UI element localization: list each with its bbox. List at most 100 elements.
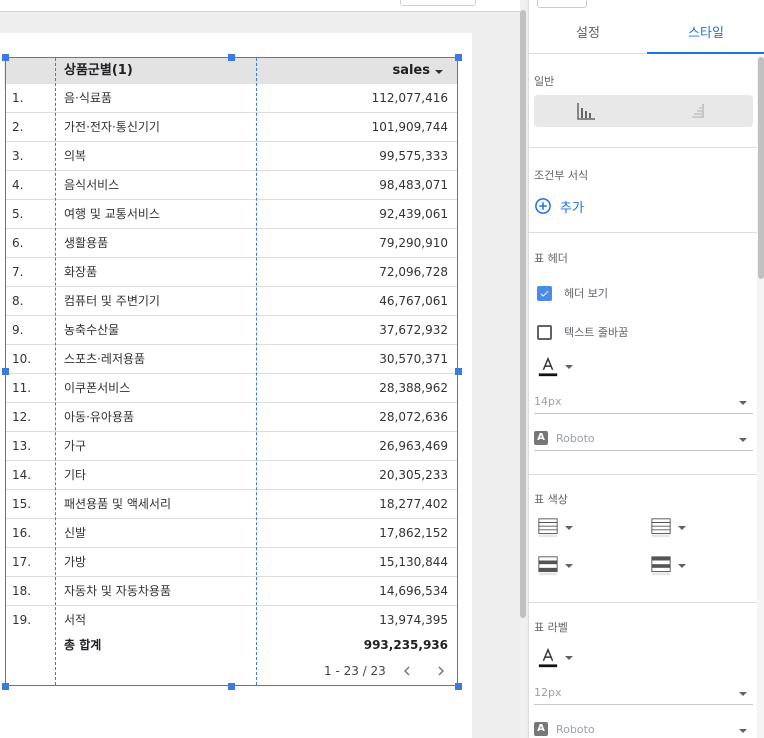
table-row[interactable]: 10. 스포츠·레저용품 30,570,371 [6,345,457,374]
table-row[interactable]: 4. 음식서비스 98,483,071 [6,171,457,200]
table-row[interactable]: 9. 농축수산물 37,672,932 [6,316,457,345]
row-category: 스포츠·레저용품 [64,352,146,366]
header-font-size-select[interactable]: 14px [534,392,753,414]
total-value: 993,235,936 [363,638,448,652]
row-category: 아동·유아용품 [64,410,135,424]
panel-body: 일반 조건부 서식 추가 표 헤더 헤더 보기 텍스트 줄바꿈 14px A R… [529,55,757,738]
table-row[interactable]: 13. 가구 26,963,469 [6,432,457,461]
property-panel: 설정 스타일 일반 조건부 서식 추가 표 헤더 헤더 보기 텍스트 줄바꿈 1… [528,0,764,738]
bar-chart-icon[interactable] [574,99,598,123]
row-sales-value: 112,077,416 [371,91,448,105]
panel-scrollbar-thumb[interactable] [758,57,764,279]
row-sales-value: 28,072,636 [379,410,448,424]
table-row[interactable]: 15. 패션용품 및 액세서리 18,277,402 [6,490,457,519]
tab-style[interactable]: 스타일 [647,14,764,54]
resize-handle-tr[interactable] [455,54,462,61]
table-row[interactable]: 3. 의복 99,575,333 [6,142,457,171]
table-row[interactable]: 14. 기타 20,305,233 [6,461,457,490]
panel-scrollbar[interactable] [757,55,764,738]
resize-handle-tl[interactable] [2,54,9,61]
row-sales-value: 37,672,932 [379,323,448,337]
stacked-bar-chart-icon[interactable] [684,99,708,123]
table-row[interactable]: 8. 컴퓨터 및 주변기기 46,767,061 [6,287,457,316]
row-index: 9. [12,323,24,337]
label-font-size-select[interactable]: 12px [534,683,753,705]
row-category: 가방 [64,555,87,569]
row-index: 5. [12,207,24,221]
wrap-text-option[interactable]: 텍스트 줄바꿈 [537,323,628,341]
even-row-color-icon [651,556,671,576]
chart-type-peek[interactable] [537,0,587,8]
resize-handle-mr[interactable] [455,368,462,375]
table-row[interactable]: 11. 이쿠폰서비스 28,388,962 [6,374,457,403]
row-index: 8. [12,294,24,308]
header-text-color-picker[interactable] [537,356,573,378]
table-row[interactable]: 5. 여행 및 교통서비스 92,439,061 [6,200,457,229]
top-tab-peek[interactable] [400,0,476,6]
table-row[interactable]: 7. 화장품 72,096,728 [6,258,457,287]
row-index: 15. [12,497,32,511]
data-table[interactable]: 상품군별(1) sales 1. 음·식료품 112,077,416 2. 가전·전자·… [5,57,458,686]
header-font-family-select[interactable]: A Roboto [534,429,753,451]
add-conditional-format-button[interactable]: 추가 [534,195,584,217]
table-row[interactable]: 2. 가전·전자·통신기기 101,909,744 [6,113,457,142]
table-border-color-picker[interactable] [650,517,686,539]
row-category: 음식서비스 [64,178,120,192]
row-index: 6. [12,236,24,250]
odd-row-color-icon [538,556,558,576]
next-page-icon[interactable] [432,662,450,680]
resize-handle-bm[interactable] [228,683,235,690]
canvas-scrollbar[interactable] [520,0,526,738]
table-row[interactable]: 18. 자동차 및 자동차용품 14,696,534 [6,577,457,606]
chevron-down-icon [565,526,573,530]
show-header-checkbox[interactable] [537,285,552,301]
resize-handle-ml[interactable] [2,368,9,375]
table-row[interactable]: 6. 생활용품 79,290,910 [6,229,457,258]
label-font-family-select[interactable]: A Roboto [534,720,753,738]
section-colors-title: 표 색상 [534,493,568,506]
prev-page-icon[interactable] [398,662,416,680]
odd-row-color-picker[interactable] [537,555,573,577]
row-category: 음·식료품 [64,91,112,105]
resize-handle-br[interactable] [455,683,462,690]
row-index: 1. [12,91,24,105]
show-header-option[interactable]: 헤더 보기 [537,284,608,302]
metric-header[interactable]: sales [392,58,443,84]
dimension-header[interactable]: 상품군별(1) [64,58,133,84]
table-row[interactable]: 19. 서적 13,974,395 [6,606,457,635]
table-row[interactable]: 1. 음·식료품 112,077,416 [6,84,457,113]
label-text-color-picker[interactable] [537,647,573,669]
resize-handle-tm[interactable] [228,54,235,61]
row-sales-value: 30,570,371 [379,352,448,366]
header-bg-color-picker[interactable] [537,517,573,539]
resize-handle-bl[interactable] [2,683,9,690]
wrap-text-checkbox[interactable] [537,324,552,340]
pagination: 1 - 23 / 23 [6,658,457,684]
row-category: 자동차 및 자동차용품 [64,584,171,598]
table-row[interactable]: 16. 신발 17,862,152 [6,519,457,548]
row-index: 7. [12,265,24,279]
row-sales-value: 18,277,402 [379,497,448,511]
table-row[interactable]: 12. 아동·유아용품 28,072,636 [6,403,457,432]
even-row-color-picker[interactable] [650,555,686,577]
divider-1 [529,147,757,148]
header-font-family-value: Roboto [556,432,595,445]
section-conditional-title: 조건부 서식 [534,169,589,182]
sort-desc-icon[interactable] [435,69,443,74]
row-sales-value: 13,974,395 [379,613,448,627]
row-sales-value: 46,767,061 [379,294,448,308]
wrap-text-label: 텍스트 줄바꿈 [564,326,629,339]
row-category: 패션용품 및 액세서리 [64,497,171,511]
canvas-scrollbar-thumb[interactable] [520,10,526,618]
tab-setup[interactable]: 설정 [529,14,647,54]
row-category: 농축수산물 [64,323,120,337]
table-row[interactable]: 17. 가방 15,130,844 [6,548,457,577]
row-index: 11. [12,381,32,395]
row-index: 17. [12,555,32,569]
chevron-down-icon [565,564,573,568]
column-guide-2 [256,58,257,685]
font-icon: A [534,722,548,736]
row-sales-value: 17,862,152 [379,526,448,540]
row-category: 가구 [64,439,87,453]
chart-type-selector [534,95,753,127]
